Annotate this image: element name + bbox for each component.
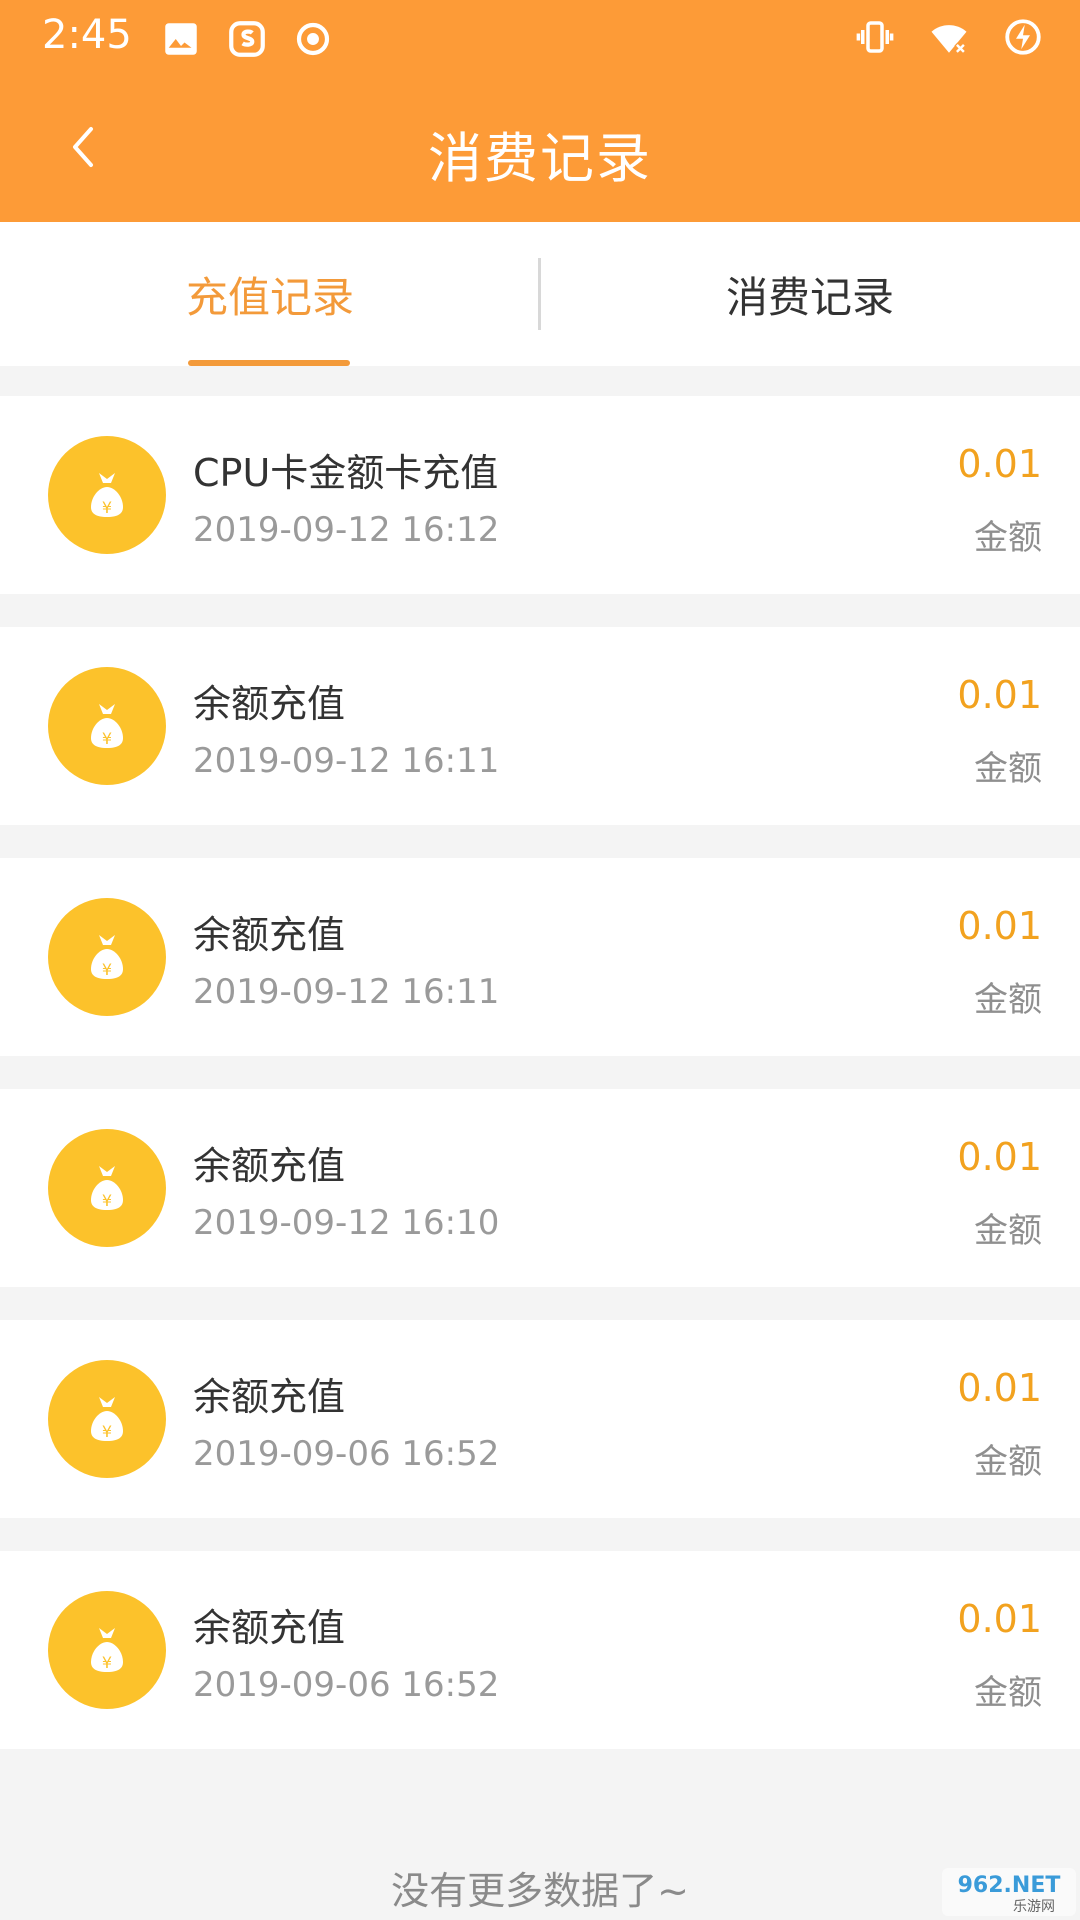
image-icon — [165, 23, 197, 55]
no-more-data-text: 没有更多数据了~ — [391, 1869, 689, 1913]
money-bag-icon: ¥ — [91, 1166, 123, 1210]
record-title: CPU卡金额卡充值 — [193, 451, 499, 495]
list-item[interactable]: ¥ 余额充值 2019-09-06 16:52 0.01 金额 — [0, 1320, 1080, 1518]
record-amount: 0.01 — [957, 442, 1042, 486]
title-bar: 消费记录 — [0, 72, 1080, 222]
watermark-text: 962.NET — [958, 1873, 1061, 1898]
record-amount: 0.01 — [957, 1135, 1042, 1179]
money-bag-icon: ¥ — [91, 704, 123, 748]
record-amount: 0.01 — [957, 1366, 1042, 1410]
svg-text:¥: ¥ — [102, 960, 112, 979]
wifi-off-icon — [931, 25, 967, 55]
record-title: 余额充值 — [193, 682, 346, 726]
money-bag-icon: ¥ — [91, 1628, 123, 1672]
record-title: 余额充值 — [193, 1375, 346, 1419]
money-bag-avatar: ¥ — [48, 898, 166, 1016]
page-title: 消费记录 — [428, 127, 652, 190]
record-amount: 0.01 — [957, 1597, 1042, 1641]
records-list: ¥ CPU卡金额卡充值 2019-09-12 16:12 0.01 金额 ¥ 余… — [0, 396, 1080, 1782]
record-date: 2019-09-06 16:52 — [193, 1434, 500, 1474]
record-amount-label: 金额 — [974, 980, 1042, 1020]
list-item[interactable]: ¥ CPU卡金额卡充值 2019-09-12 16:12 0.01 金额 — [0, 396, 1080, 594]
status-right-icons — [854, 16, 1044, 58]
list-item[interactable]: ¥ 余额充值 2019-09-12 16:10 0.01 金额 — [0, 1089, 1080, 1287]
tab-bar: 充值记录 消费记录 — [0, 222, 1080, 366]
record-amount: 0.01 — [957, 673, 1042, 717]
money-bag-avatar: ¥ — [48, 436, 166, 554]
record-amount-label: 金额 — [974, 1211, 1042, 1251]
list-item[interactable]: ¥ 余额充值 2019-09-06 16:52 0.01 金额 — [0, 1551, 1080, 1749]
record-date: 2019-09-12 16:10 — [193, 1203, 500, 1243]
vibrate-icon — [856, 21, 894, 53]
money-bag-icon: ¥ — [91, 935, 123, 979]
battery-charging-icon — [1005, 19, 1041, 55]
tab-consumption-records[interactable]: 消费记录 — [540, 222, 1080, 366]
record-date: 2019-09-12 16:11 — [193, 972, 500, 1012]
svg-text:¥: ¥ — [102, 729, 112, 748]
svg-text:¥: ¥ — [102, 1191, 112, 1210]
list-item[interactable]: ¥ 余额充值 2019-09-12 16:11 0.01 金额 — [0, 627, 1080, 825]
watermark-logo: 962.NET 乐游网 — [942, 1868, 1076, 1916]
money-bag-avatar: ¥ — [48, 1360, 166, 1478]
record-amount-label: 金额 — [974, 518, 1042, 558]
money-bag-icon: ¥ — [91, 473, 123, 517]
active-tab-indicator — [188, 360, 350, 366]
record-amount: 0.01 — [957, 904, 1042, 948]
status-bar: 2:45 — [0, 0, 1080, 72]
app-header: 2:45 消费记录 — [0, 0, 1080, 222]
money-bag-avatar: ¥ — [48, 1591, 166, 1709]
svg-text:¥: ¥ — [102, 498, 112, 517]
record-icon — [296, 22, 330, 56]
money-bag-avatar: ¥ — [48, 1129, 166, 1247]
money-bag-avatar: ¥ — [48, 667, 166, 785]
record-date: 2019-09-06 16:52 — [193, 1665, 500, 1705]
record-amount-label: 金额 — [974, 749, 1042, 789]
status-left-icons — [160, 18, 334, 60]
record-date: 2019-09-12 16:11 — [193, 741, 500, 781]
record-title: 余额充值 — [193, 1606, 346, 1650]
record-amount-label: 金额 — [974, 1673, 1042, 1713]
tab-recharge-records[interactable]: 充值记录 — [0, 222, 540, 366]
money-bag-icon: ¥ — [91, 1397, 123, 1441]
list-item[interactable]: ¥ 余额充值 2019-09-12 16:11 0.01 金额 — [0, 858, 1080, 1056]
record-title: 余额充值 — [193, 1144, 346, 1188]
record-amount-label: 金额 — [974, 1442, 1042, 1482]
watermark-subtext: 乐游网 — [1013, 1899, 1055, 1915]
sogou-icon — [229, 21, 265, 57]
record-date: 2019-09-12 16:12 — [193, 510, 500, 550]
svg-text:¥: ¥ — [102, 1653, 112, 1672]
svg-text:¥: ¥ — [102, 1422, 112, 1441]
status-time: 2:45 — [42, 12, 132, 58]
record-title: 余额充值 — [193, 913, 346, 957]
